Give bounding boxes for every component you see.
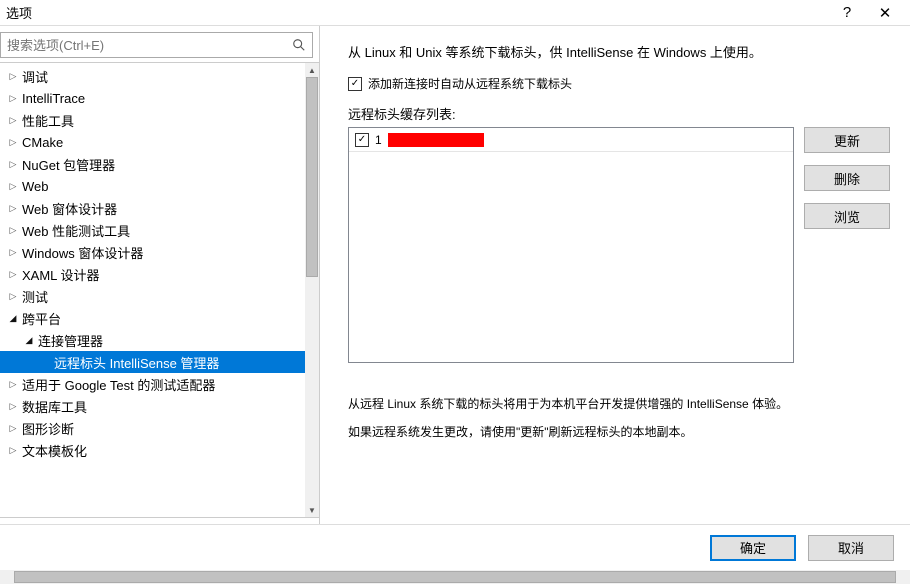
tree-expand-icon[interactable]: ▷	[6, 223, 20, 237]
tree-expand-icon[interactable]: ▷	[6, 245, 20, 259]
options-tree[interactable]: ▷调试▷IntelliTrace▷性能工具▷CMake▷NuGet 包管理器▷W…	[0, 63, 305, 517]
close-button[interactable]: ✕	[866, 0, 904, 26]
list-item-checkbox[interactable]	[355, 133, 369, 147]
tree-collapse-icon[interactable]: ◢	[22, 333, 36, 347]
tree-item-label: 文本模板化	[22, 441, 87, 460]
search-input[interactable]	[1, 36, 286, 55]
tree-expand-icon[interactable]: ▷	[6, 421, 20, 435]
list-item[interactable]: 1	[349, 128, 793, 152]
tree-item-label: 跨平台	[22, 309, 61, 328]
options-content-panel: 从 Linux 和 Unix 等系统下载标头，供 IntelliSense 在 …	[320, 26, 910, 524]
auto-download-label: 添加新连接时自动从远程系统下载标头	[368, 75, 572, 92]
tree-item-label: IntelliTrace	[22, 91, 85, 106]
list-item-text: 1	[375, 133, 382, 147]
tree-expand-icon[interactable]: ▷	[6, 267, 20, 281]
tree-item[interactable]: ▷文本模板化	[0, 439, 305, 461]
tree-item-label: 远程标头 IntelliSense 管理器	[54, 353, 219, 372]
dialog-title: 选项	[6, 3, 828, 22]
tree-item-label: 性能工具	[22, 111, 74, 130]
scroll-down-icon[interactable]: ▼	[305, 503, 319, 517]
tree-item[interactable]: ▷Web	[0, 175, 305, 197]
tree-item-label: Web 性能测试工具	[22, 221, 130, 240]
tree-item-label: 测试	[22, 287, 48, 306]
ok-button[interactable]: 确定	[710, 535, 796, 561]
tree-collapse-icon[interactable]: ◢	[6, 311, 20, 325]
tree-item[interactable]: ▷适用于 Google Test 的测试适配器	[0, 373, 305, 395]
tree-item-label: 连接管理器	[38, 331, 103, 350]
tree-item[interactable]: ▷NuGet 包管理器	[0, 153, 305, 175]
tree-expand-icon[interactable]: ▷	[6, 91, 20, 105]
vertical-scrollbar[interactable]: ▲ ▼	[305, 63, 319, 517]
update-button[interactable]: 更新	[804, 127, 890, 153]
tree-expand-icon[interactable]: ▷	[6, 443, 20, 457]
scrollbar-thumb[interactable]	[306, 77, 318, 277]
tree-expand-icon[interactable]: ▷	[6, 113, 20, 127]
titlebar: 选项 ? ✕	[0, 0, 910, 26]
tree-item-label: 图形诊断	[22, 419, 74, 438]
cancel-button[interactable]: 取消	[808, 535, 894, 561]
remote-headers-list[interactable]: 1	[348, 127, 794, 363]
tree-item[interactable]: 远程标头 IntelliSense 管理器	[0, 351, 305, 373]
browse-button[interactable]: 浏览	[804, 203, 890, 229]
cache-list-label: 远程标头缓存列表:	[348, 104, 902, 123]
help-button[interactable]: ?	[828, 0, 866, 26]
tree-expand-icon[interactable]: ▷	[6, 377, 20, 391]
horizontal-scrollbar[interactable]	[0, 570, 910, 584]
footer-desc-line-2: 如果远程系统发生更改，请使用"更新"刷新远程标头的本地副本。	[348, 419, 902, 447]
tree-item[interactable]: ▷Web 性能测试工具	[0, 219, 305, 241]
tree-expand-icon[interactable]: ▷	[6, 69, 20, 83]
search-icon	[286, 33, 312, 57]
tree-item[interactable]: ▷IntelliTrace	[0, 87, 305, 109]
hscroll-thumb[interactable]	[14, 571, 896, 583]
tree-expand-icon[interactable]: ▷	[6, 289, 20, 303]
tree-item[interactable]: ▷Web 窗体设计器	[0, 197, 305, 219]
tree-item[interactable]: ◢跨平台	[0, 307, 305, 329]
tree-leaf-icon	[38, 355, 52, 369]
tree-item-label: Web 窗体设计器	[22, 199, 117, 218]
tree-expand-icon[interactable]: ▷	[6, 201, 20, 215]
tree-item-label: 调试	[22, 67, 48, 86]
tree-item[interactable]: ◢连接管理器	[0, 329, 305, 351]
search-field[interactable]	[0, 32, 313, 58]
tree-item-label: Windows 窗体设计器	[22, 243, 143, 262]
options-nav-panel: ▷调试▷IntelliTrace▷性能工具▷CMake▷NuGet 包管理器▷W…	[0, 26, 320, 524]
tree-item[interactable]: ▷图形诊断	[0, 417, 305, 439]
tree-expand-icon[interactable]: ▷	[6, 179, 20, 193]
scroll-up-icon[interactable]: ▲	[305, 63, 319, 77]
tree-item[interactable]: ▷Windows 窗体设计器	[0, 241, 305, 263]
tree-item[interactable]: ▷XAML 设计器	[0, 263, 305, 285]
tree-item[interactable]: ▷测试	[0, 285, 305, 307]
tree-item[interactable]: ▷CMake	[0, 131, 305, 153]
redacted-text	[388, 133, 484, 147]
tree-item-label: XAML 设计器	[22, 265, 100, 284]
dialog-footer: 确定 取消	[0, 524, 910, 570]
tree-expand-icon[interactable]: ▷	[6, 399, 20, 413]
tree-item[interactable]: ▷性能工具	[0, 109, 305, 131]
tree-item-label: 数据库工具	[22, 397, 87, 416]
tree-item-label: CMake	[22, 135, 63, 150]
tree-item[interactable]: ▷数据库工具	[0, 395, 305, 417]
description-text: 从 Linux 和 Unix 等系统下载标头，供 IntelliSense 在 …	[348, 42, 902, 61]
auto-download-checkbox[interactable]	[348, 77, 362, 91]
tree-item-label: Web	[22, 179, 49, 194]
footer-description: 从远程 Linux 系统下载的标头将用于为本机平台开发提供增强的 Intelli…	[348, 391, 902, 446]
footer-desc-line-1: 从远程 Linux 系统下载的标头将用于为本机平台开发提供增强的 Intelli…	[348, 391, 902, 419]
delete-button[interactable]: 删除	[804, 165, 890, 191]
tree-item-label: 适用于 Google Test 的测试适配器	[22, 375, 215, 394]
tree-expand-icon[interactable]: ▷	[6, 157, 20, 171]
tree-item[interactable]: ▷调试	[0, 65, 305, 87]
tree-expand-icon[interactable]: ▷	[6, 135, 20, 149]
tree-item-label: NuGet 包管理器	[22, 155, 115, 174]
